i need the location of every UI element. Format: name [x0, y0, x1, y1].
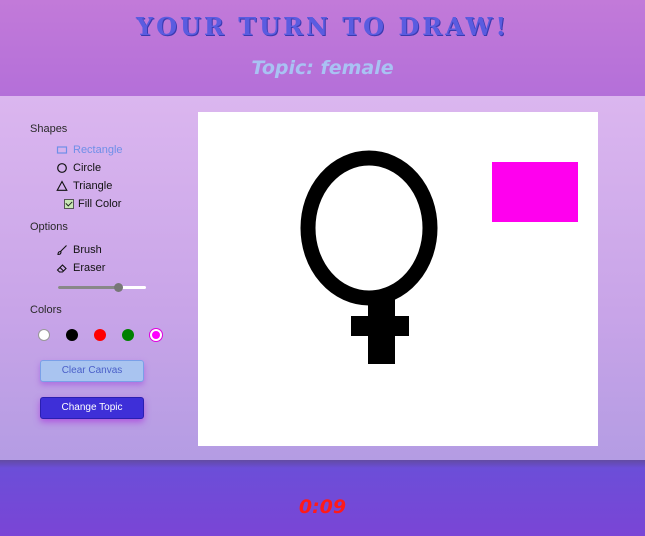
- color-swatch[interactable]: [150, 329, 162, 341]
- options-section-title: Options: [30, 221, 68, 233]
- color-swatch[interactable]: [66, 329, 78, 341]
- colors-section-title: Colors: [30, 304, 62, 316]
- fill-color-option[interactable]: Fill Color: [64, 198, 121, 210]
- topic-label: Topic: female: [251, 57, 394, 79]
- shape-triangle-option[interactable]: Triangle: [56, 180, 112, 192]
- brush-icon: [56, 244, 68, 256]
- header: Your turn to draw! Topic: female: [0, 0, 645, 96]
- brush-size-slider[interactable]: [58, 283, 146, 292]
- circle-icon: [56, 162, 68, 174]
- page-title: Your turn to draw!: [135, 12, 510, 41]
- venus-circle-stroke: [300, 150, 438, 306]
- shape-rectangle-label: Rectangle: [73, 144, 123, 156]
- drawing-canvas[interactable]: [198, 112, 598, 446]
- color-swatch[interactable]: [94, 329, 106, 341]
- color-swatch[interactable]: [38, 329, 50, 341]
- brush-label: Brush: [73, 244, 102, 256]
- eraser-label: Eraser: [73, 262, 106, 274]
- shape-circle-option[interactable]: Circle: [56, 162, 101, 174]
- main-area: Shapes Rectangle Circle Triangle Fill Co…: [0, 96, 645, 460]
- magenta-rectangle: [492, 162, 578, 222]
- countdown-timer: 0:09: [298, 496, 347, 518]
- shape-rectangle-option[interactable]: Rectangle: [56, 144, 123, 156]
- footer: 0:09: [0, 460, 645, 536]
- tool-sidebar: Shapes Rectangle Circle Triangle Fill Co…: [0, 96, 190, 460]
- slider-thumb[interactable]: [113, 283, 123, 292]
- footer-shadow: [0, 460, 645, 468]
- color-swatch[interactable]: [122, 329, 134, 341]
- eraser-icon: [56, 262, 68, 274]
- rectangle-icon: [56, 144, 68, 156]
- brush-option[interactable]: Brush: [56, 244, 102, 256]
- change-topic-button[interactable]: Change Topic: [40, 397, 144, 419]
- venus-cross-stroke: [351, 316, 409, 336]
- shape-circle-label: Circle: [73, 162, 102, 174]
- shapes-section-title: Shapes: [30, 123, 68, 135]
- shape-triangle-label: Triangle: [73, 180, 113, 192]
- eraser-option[interactable]: Eraser: [56, 262, 105, 274]
- slider-fill: [58, 286, 118, 289]
- clear-canvas-button[interactable]: Clear Canvas: [40, 360, 144, 382]
- drawing-svg: [300, 150, 578, 364]
- triangle-icon: [56, 180, 68, 192]
- fill-color-label: Fill Color: [78, 198, 122, 210]
- fill-color-checkbox[interactable]: [64, 199, 74, 209]
